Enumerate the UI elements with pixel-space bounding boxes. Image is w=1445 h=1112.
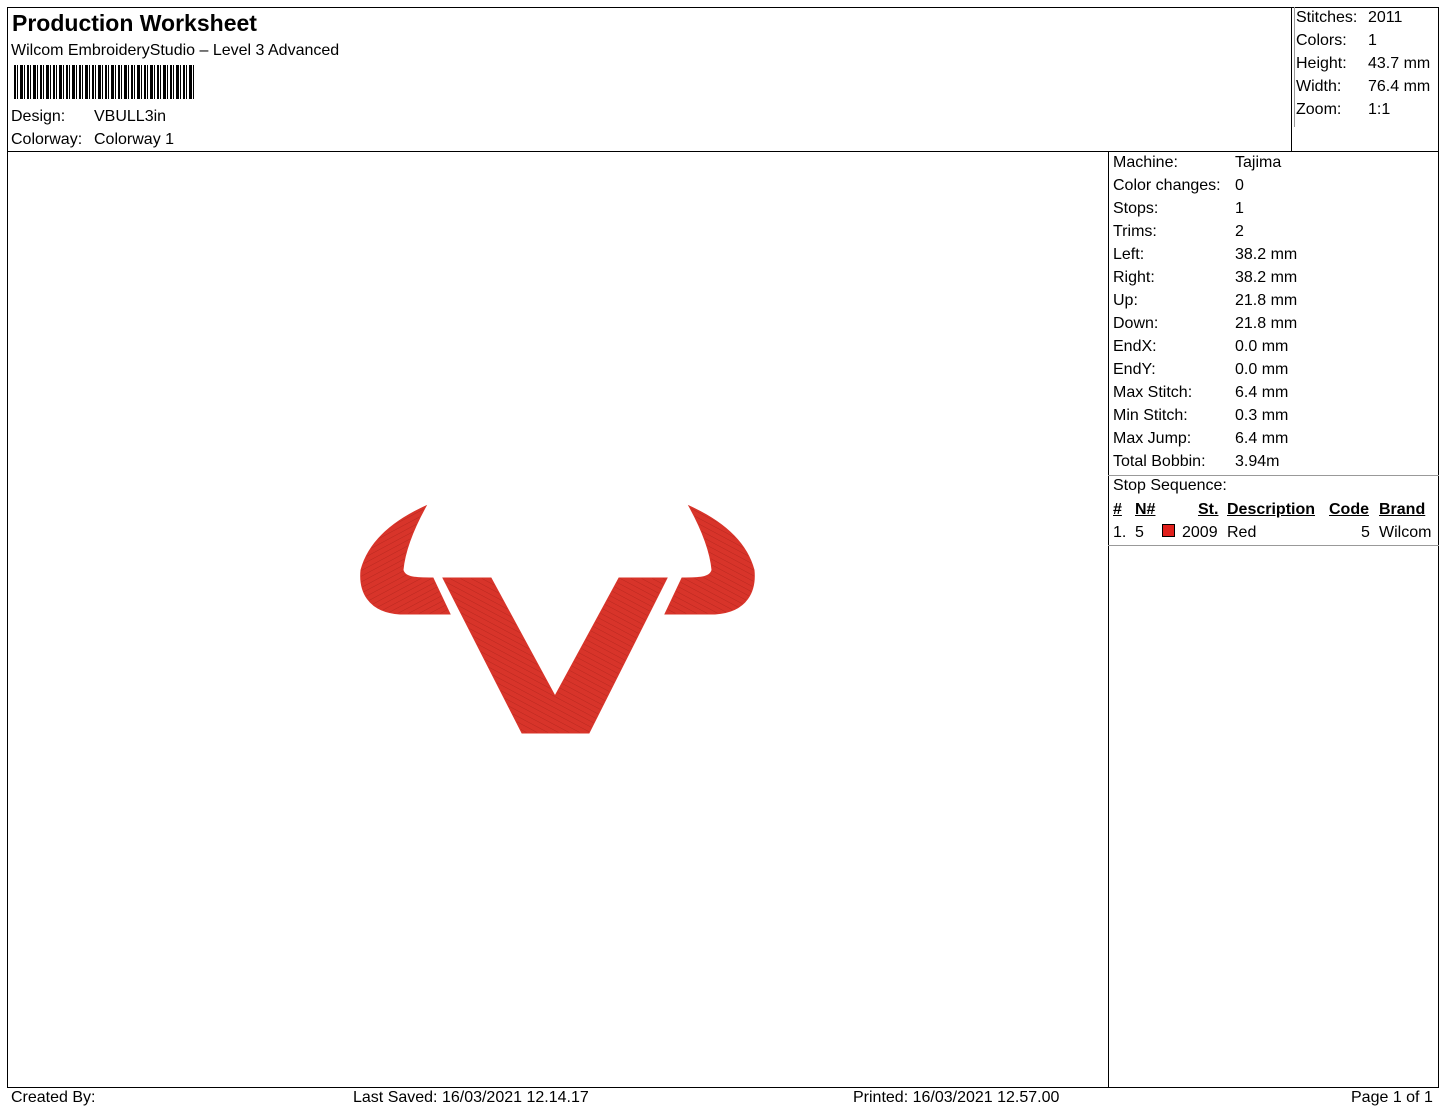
detail-value: 0 bbox=[1235, 177, 1244, 194]
page-title: Production Worksheet bbox=[12, 10, 257, 36]
detail-label: Right: bbox=[1113, 269, 1155, 286]
detail-value: 3.94m bbox=[1235, 453, 1280, 470]
table-bottom-line bbox=[1108, 545, 1439, 546]
stitches-label: Stitches: bbox=[1296, 9, 1358, 26]
created-by: Created By: bbox=[11, 1089, 96, 1106]
detail-label: Left: bbox=[1113, 246, 1145, 263]
detail-value: Tajima bbox=[1235, 154, 1282, 171]
detail-value: 38.2 mm bbox=[1235, 269, 1298, 286]
col-num: # bbox=[1113, 501, 1122, 518]
barcode bbox=[14, 65, 196, 99]
software-name: Wilcom EmbroideryStudio – Level 3 Advanc… bbox=[11, 42, 340, 59]
stop-sequence-title: Stop Sequence: bbox=[1113, 477, 1227, 494]
detail-value: 1 bbox=[1235, 200, 1244, 217]
color-swatch bbox=[1162, 524, 1175, 537]
detail-value: 0.0 mm bbox=[1235, 338, 1289, 355]
info-panel-divider bbox=[1108, 151, 1109, 1088]
detail-label: Down: bbox=[1113, 315, 1159, 332]
row-code: 5 bbox=[1361, 524, 1370, 541]
col-description: Description bbox=[1227, 501, 1316, 518]
detail-label: Color changes: bbox=[1113, 177, 1221, 194]
detail-value: 2 bbox=[1235, 223, 1244, 240]
left-horn bbox=[360, 504, 451, 615]
detail-label: EndY: bbox=[1113, 361, 1156, 378]
width-label: Width: bbox=[1296, 78, 1342, 95]
right-horn bbox=[664, 504, 755, 615]
height-label: Height: bbox=[1296, 55, 1347, 72]
colors-label: Colors: bbox=[1296, 32, 1347, 49]
detail-label: Up: bbox=[1113, 292, 1138, 309]
col-n: N# bbox=[1135, 501, 1156, 518]
colors-value: 1 bbox=[1368, 32, 1377, 49]
zoom-value: 1:1 bbox=[1368, 101, 1391, 118]
design-value: VBULL3in bbox=[94, 108, 167, 125]
page-number: Page 1 of 1 bbox=[1351, 1089, 1433, 1106]
detail-value: 38.2 mm bbox=[1235, 246, 1298, 263]
detail-value: 6.4 mm bbox=[1235, 384, 1289, 401]
zoom-label: Zoom: bbox=[1296, 101, 1342, 118]
col-code: Code bbox=[1329, 501, 1369, 518]
width-value: 76.4 mm bbox=[1368, 78, 1431, 95]
row-n: 5 bbox=[1135, 524, 1144, 541]
last-saved: Last Saved: 16/03/2021 12.14.17 bbox=[353, 1089, 589, 1106]
height-value: 43.7 mm bbox=[1368, 55, 1431, 72]
summary-inner-divider bbox=[1294, 7, 1295, 127]
detail-label: EndX: bbox=[1113, 338, 1157, 355]
row-description: Red bbox=[1227, 524, 1257, 541]
detail-value: 0.3 mm bbox=[1235, 407, 1289, 424]
col-st: St. bbox=[1198, 501, 1219, 518]
detail-label: Stops: bbox=[1113, 200, 1159, 217]
printed-date: Printed: 16/03/2021 12.57.00 bbox=[853, 1089, 1060, 1106]
detail-label: Total Bobbin: bbox=[1113, 453, 1206, 470]
detail-label: Min Stitch: bbox=[1113, 407, 1188, 424]
detail-label: Trims: bbox=[1113, 223, 1157, 240]
detail-label: Machine: bbox=[1113, 154, 1178, 171]
row-brand: Wilcom bbox=[1379, 524, 1432, 541]
design-label: Design: bbox=[11, 108, 66, 125]
detail-value: 21.8 mm bbox=[1235, 315, 1298, 332]
col-brand: Brand bbox=[1379, 501, 1426, 518]
header-divider bbox=[1291, 7, 1292, 152]
stitches-value: 2011 bbox=[1368, 9, 1403, 26]
colorway-value: Colorway 1 bbox=[94, 131, 175, 148]
detail-value: 6.4 mm bbox=[1235, 430, 1289, 447]
design-preview bbox=[360, 504, 755, 734]
detail-label: Max Stitch: bbox=[1113, 384, 1193, 401]
detail-value: 21.8 mm bbox=[1235, 292, 1298, 309]
row-num: 1. bbox=[1113, 524, 1127, 541]
v-letter bbox=[442, 577, 668, 734]
detail-value: 0.0 mm bbox=[1235, 361, 1289, 378]
detail-label: Max Jump: bbox=[1113, 430, 1192, 447]
row-st: 2009 bbox=[1182, 524, 1218, 541]
colorway-label: Colorway: bbox=[11, 131, 83, 148]
